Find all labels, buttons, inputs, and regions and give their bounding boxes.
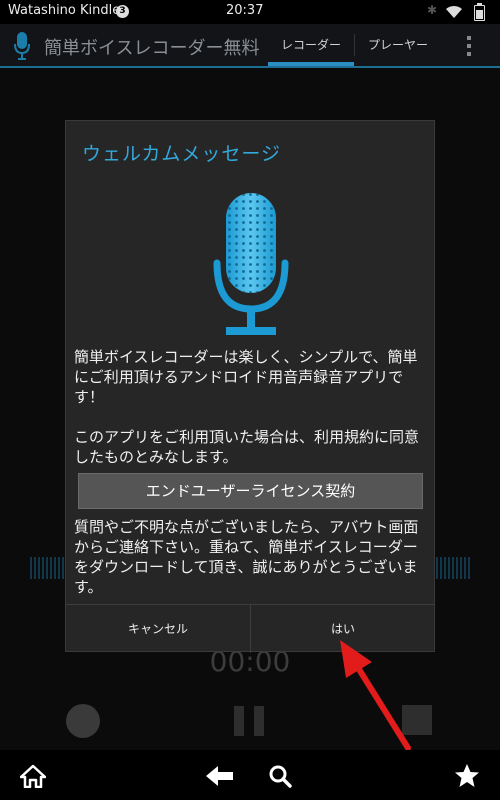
tab-recorder-label: レコーダー xyxy=(280,38,341,52)
level-meter-left xyxy=(30,557,66,579)
level-meter-right xyxy=(432,557,470,579)
notification-badge[interactable]: 3 xyxy=(116,5,129,18)
search-icon[interactable] xyxy=(268,764,292,788)
back-icon[interactable] xyxy=(206,766,234,786)
bluetooth-icon: ✱ xyxy=(427,3,438,17)
device-name: Watashino Kindle xyxy=(8,3,121,18)
terms-text: このアプリをご利用頂いた場合は、利用規約に同意したものとみなします。 xyxy=(74,428,420,466)
tab-player-label: プレーヤー xyxy=(367,38,428,52)
bottom-nav xyxy=(0,750,500,800)
tab-recorder[interactable]: レコーダー xyxy=(268,24,354,66)
home-icon[interactable] xyxy=(20,764,46,788)
app-title: 簡単ボイスレコーダー無料版 xyxy=(44,38,259,59)
microphone-icon xyxy=(213,193,289,335)
record-button[interactable] xyxy=(66,704,100,738)
battery-icon xyxy=(474,3,485,21)
status-bar: Watashino Kindle 3 20:37 ✱ xyxy=(0,0,500,24)
wifi-icon xyxy=(446,5,462,18)
welcome-text: 簡単ボイスレコーダーは楽しく、シンプルで、簡単にご利用頂けるアンドロイド用音声録… xyxy=(74,348,418,406)
app-mic-icon[interactable] xyxy=(14,32,30,60)
dialog-title: ウェルカムメッセージ xyxy=(82,143,282,165)
action-bar: 簡単ボイスレコーダー無料版 レコーダー プレーヤー xyxy=(0,24,500,68)
annotation-arrow-icon xyxy=(340,640,411,751)
overflow-menu-icon[interactable] xyxy=(466,34,472,60)
eula-button[interactable]: エンドユーザーライセンス契約 xyxy=(78,473,423,509)
tab-player[interactable]: プレーヤー xyxy=(356,24,440,66)
clock: 20:37 xyxy=(226,3,264,18)
pause-button[interactable] xyxy=(234,706,266,736)
tab-divider xyxy=(354,34,355,56)
cancel-button[interactable]: キャンセル xyxy=(66,605,250,653)
contact-text: 質問やご不明な点がございましたら、アバウト画面からご連絡下さい。重ねて、簡単ボイ… xyxy=(74,518,419,596)
welcome-dialog: ウェルカムメッセージ 簡単ボイスレコーダーは楽しく、シンプルで、簡単にご利用頂け… xyxy=(65,120,435,653)
favorite-star-icon[interactable] xyxy=(454,763,480,788)
dialog-body: 簡単ボイスレコーダーは楽しく、シンプルで、簡単にご利用頂けるアンドロイド用音声録… xyxy=(74,347,430,467)
